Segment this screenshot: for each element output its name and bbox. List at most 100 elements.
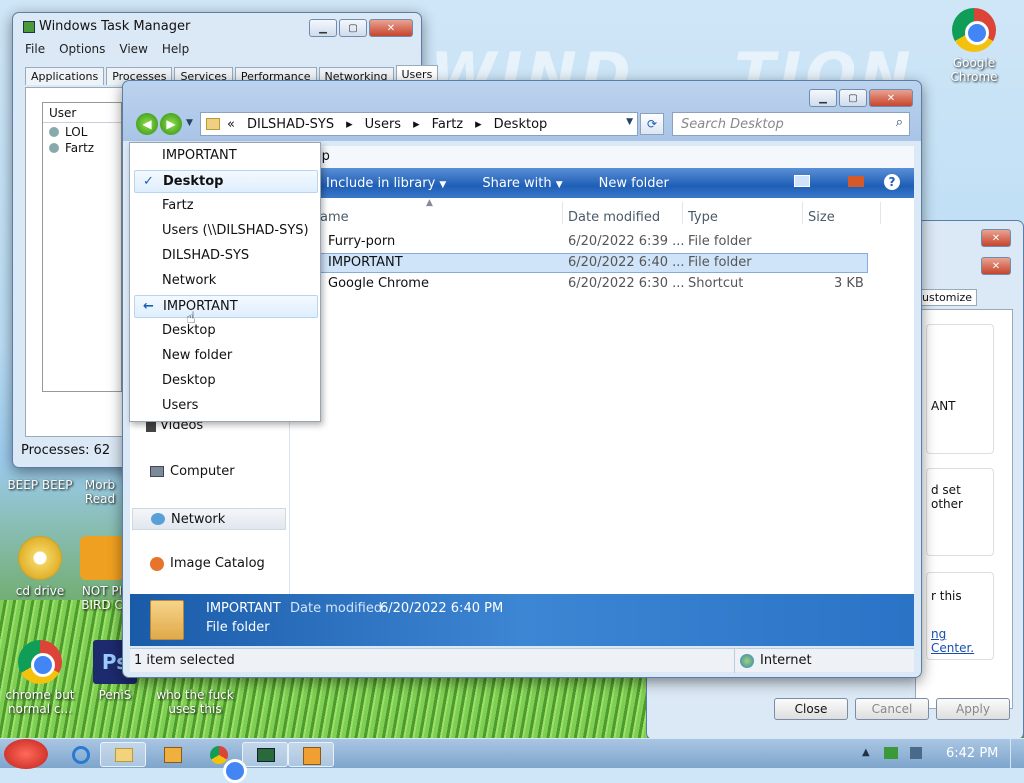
new-folder-button[interactable]: New folder: [599, 176, 669, 191]
refresh-icon[interactable]: ⟳: [640, 113, 664, 135]
file-name: IMPORTANT: [328, 255, 403, 270]
desktop-icon-morb[interactable]: Morb Read: [72, 478, 128, 506]
control-panel-icon: [303, 747, 321, 765]
close-icon[interactable]: ✕: [981, 229, 1011, 247]
close-icon[interactable]: ✕: [981, 257, 1011, 275]
user-name: LOL: [65, 125, 88, 139]
status-zone: Internet: [760, 653, 812, 668]
breadcrumb-separator-icon: ▸: [475, 116, 482, 132]
desktop-icon-not-pi-bird[interactable]: NOT PI BIRD C: [76, 536, 128, 612]
taskbar-control-panel[interactable]: [288, 742, 334, 767]
tab-customize[interactable]: ustomize: [917, 289, 978, 306]
task-manager-icon: [257, 748, 275, 762]
dialog-section: r this ng Center.: [926, 572, 994, 660]
window-controls: ▁ ▢ ✕: [809, 89, 913, 107]
history-item-hovered[interactable]: ← IMPORTANT: [134, 295, 318, 318]
taskbar-chrome[interactable]: [196, 742, 247, 783]
show-hidden-icons[interactable]: ▲: [862, 747, 870, 758]
desktop-icon-chrome-normal[interactable]: chrome but normal c...: [0, 640, 80, 716]
taskbar-media-player[interactable]: [150, 742, 196, 767]
tab-applications[interactable]: Applications: [25, 67, 105, 85]
maximize-icon[interactable]: ▢: [339, 19, 367, 37]
column-divider: [802, 202, 803, 224]
history-item[interactable]: DILSHAD-SYS: [134, 245, 318, 268]
history-item[interactable]: Users: [134, 395, 318, 418]
dialog-section: d set other: [926, 468, 994, 556]
nav-item-network[interactable]: Network: [132, 508, 286, 530]
show-desktop-button[interactable]: [1010, 739, 1024, 769]
column-header-type[interactable]: Type: [688, 210, 718, 225]
preview-pane-icon[interactable]: [848, 176, 864, 187]
taskbar-internet-explorer[interactable]: [58, 742, 104, 767]
recent-pages-arrow[interactable]: ▼: [186, 118, 193, 128]
views-icon[interactable]: [794, 175, 810, 187]
nav-item-computer[interactable]: Computer: [150, 464, 235, 479]
battery-icon[interactable]: [884, 747, 898, 759]
clock[interactable]: 6:42 PM: [946, 746, 998, 761]
history-item[interactable]: Network: [134, 270, 318, 293]
menu-help[interactable]: Help: [162, 42, 189, 56]
cd-icon: [18, 536, 62, 580]
column-header-date[interactable]: Date modified: [568, 210, 660, 225]
globe-icon: [740, 654, 754, 668]
history-item[interactable]: Desktop: [134, 320, 318, 343]
breadcrumb-dilshad-sys[interactable]: DILSHAD-SYS: [247, 117, 334, 132]
dialog-link[interactable]: ng Center.: [931, 627, 993, 655]
file-type: File folder: [688, 255, 752, 270]
share-with-button[interactable]: Share with ▼: [482, 176, 562, 191]
nav-item-image-catalog[interactable]: Image Catalog: [150, 556, 265, 571]
file-row[interactable]: Google Chrome 6/20/2022 6:30 ... Shortcu…: [304, 274, 868, 294]
history-item[interactable]: New folder: [134, 345, 318, 368]
breadcrumb-fartz[interactable]: Fartz: [432, 117, 464, 132]
address-bar[interactable]: « DILSHAD-SYS ▸ Users ▸ Fartz ▸ Desktop …: [200, 112, 638, 136]
menu-options[interactable]: Options: [59, 42, 105, 56]
dialog-text: ANT: [931, 399, 956, 413]
network-tray-icon[interactable]: [910, 747, 922, 759]
menu-file[interactable]: File: [25, 42, 45, 56]
help-icon[interactable]: ?: [884, 174, 900, 190]
close-icon[interactable]: ✕: [369, 19, 413, 37]
breadcrumb-overflow[interactable]: «: [227, 117, 235, 132]
include-in-library-button[interactable]: Include in library ▼: [326, 176, 446, 191]
internet-explorer-icon: [72, 746, 90, 764]
forward-button[interactable]: ▶: [160, 113, 182, 135]
minimize-icon[interactable]: ▁: [309, 19, 337, 37]
maximize-icon[interactable]: ▢: [839, 89, 867, 107]
history-item[interactable]: Fartz: [134, 195, 318, 218]
history-item[interactable]: Users (\\DILSHAD-SYS): [134, 220, 318, 243]
breadcrumb-desktop[interactable]: Desktop: [494, 117, 548, 132]
desktop-icon-cd-drive[interactable]: cd drive: [0, 536, 80, 598]
folder-icon: [150, 600, 184, 640]
search-input[interactable]: Search Desktop ⌕: [672, 112, 910, 136]
file-row[interactable]: IMPORTANT 6/20/2022 6:40 ... File folder: [304, 253, 868, 273]
checkmark-icon: ✓: [143, 174, 154, 189]
user-row[interactable]: Fartz: [43, 139, 121, 155]
user-row[interactable]: LOL: [43, 123, 121, 139]
column-header-user[interactable]: User: [43, 103, 121, 123]
media-player-icon: [164, 747, 182, 763]
details-pane: IMPORTANT Date modified: 6/20/2022 6:40 …: [130, 594, 914, 646]
taskbar-explorer[interactable]: [100, 742, 146, 767]
column-header-size[interactable]: Size: [808, 210, 835, 225]
start-button[interactable]: [4, 739, 48, 769]
folder-icon: [115, 748, 133, 762]
column-header-name[interactable]: ame: [320, 210, 349, 225]
menu-view[interactable]: View: [119, 42, 147, 56]
close-button[interactable]: Close: [774, 698, 848, 720]
apply-button[interactable]: Apply: [936, 698, 1010, 720]
history-item[interactable]: Desktop: [134, 370, 318, 393]
window-title: Windows Task Manager: [39, 19, 191, 34]
address-dropdown-icon[interactable]: ▼: [626, 117, 633, 127]
breadcrumb-users[interactable]: Users: [365, 117, 401, 132]
back-button[interactable]: ◀: [136, 113, 158, 135]
minimize-icon[interactable]: ▁: [809, 89, 837, 107]
desktop-icon-who-uses-this[interactable]: who the fuck uses this: [150, 688, 240, 716]
desktop-icon-google-chrome[interactable]: Google Chrome: [934, 8, 1014, 84]
recent-locations-dropdown: IMPORTANT ✓ Desktop Fartz Users (\\DILSH…: [129, 142, 321, 422]
close-icon[interactable]: ✕: [869, 89, 913, 107]
history-item-current[interactable]: ✓ Desktop: [134, 170, 318, 193]
taskbar-task-manager[interactable]: [242, 742, 288, 767]
cancel-button[interactable]: Cancel: [855, 698, 929, 720]
file-row[interactable]: Furry-porn 6/20/2022 6:39 ... File folde…: [304, 232, 868, 252]
history-item[interactable]: IMPORTANT: [134, 145, 318, 168]
